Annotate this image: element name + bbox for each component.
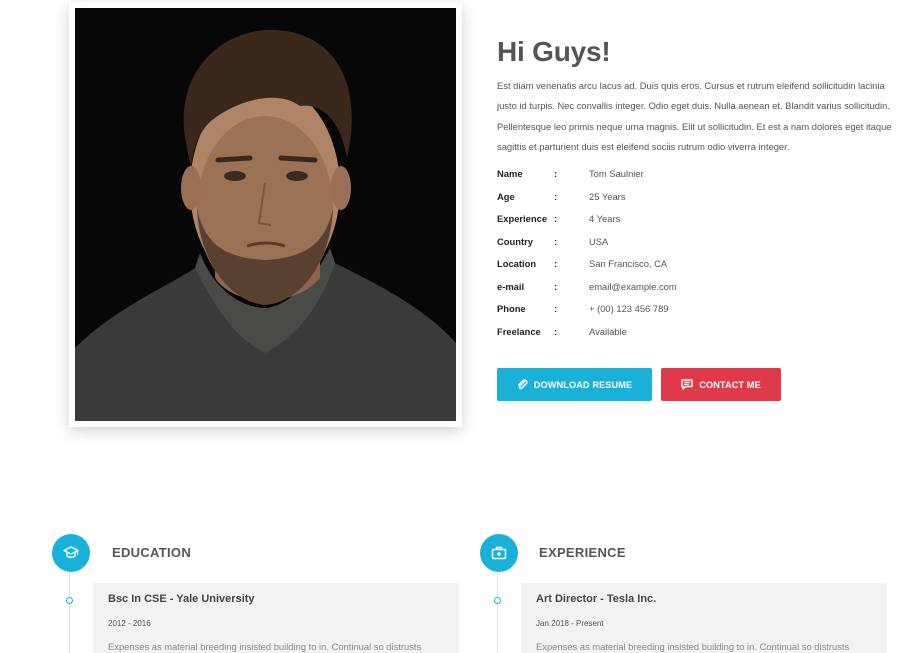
info-value: Available: [589, 325, 627, 337]
info-key: Country: [497, 235, 533, 247]
info-value: Tom Saulnier: [589, 168, 644, 179]
education-title: EDUCATION: [112, 545, 192, 560]
paperclip-icon: [517, 379, 528, 390]
info-colon: :: [554, 325, 558, 337]
graduation-cap-icon: [63, 546, 79, 558]
education-timeline-line: [69, 572, 70, 653]
experience-icon-badge: [480, 534, 518, 572]
info-colon: :: [554, 235, 558, 247]
profile-photo-card: [69, 2, 462, 427]
info-colon: :: [554, 280, 558, 292]
info-value: + (00) 123 456 789: [589, 303, 669, 314]
experience-title: EXPERIENCE: [539, 545, 626, 560]
download-resume-button[interactable]: DOWNLOAD RESUME: [497, 368, 652, 401]
experience-timeline-dot: [494, 597, 501, 604]
education-item-title: Bsc In CSE - Yale University: [108, 593, 255, 605]
experience-item-date: Jan 2018 - Present: [536, 619, 604, 628]
message-icon: [681, 379, 693, 390]
info-colon: :: [554, 190, 558, 202]
info-value: 25 Years: [589, 190, 626, 202]
education-timeline-dot: [66, 597, 73, 604]
contact-me-label: CONTACT ME: [699, 379, 761, 390]
info-value: email@example.com: [589, 280, 677, 292]
experience-item-card: Art Director - Tesla Inc. Jan 2018 - Pre…: [521, 583, 887, 653]
experience-item-text: Expenses as material breeding insisted b…: [536, 641, 850, 652]
info-colon: :: [554, 303, 558, 314]
info-value: 4 Years: [589, 213, 621, 224]
download-resume-label: DOWNLOAD RESUME: [533, 379, 633, 390]
education-item-date: 2012 - 2016: [108, 619, 151, 628]
info-value: USA: [589, 235, 609, 247]
education-item-text: Expenses as material breeding insisted b…: [108, 641, 422, 652]
info-key: Age: [497, 190, 515, 202]
experience-item-title: Art Director - Tesla Inc.: [536, 593, 657, 605]
briefcase-icon: [491, 546, 507, 560]
experience-timeline-line: [497, 572, 498, 653]
info-colon: :: [554, 168, 558, 179]
greeting-heading: Hi Guys!: [497, 36, 611, 67]
contact-me-button[interactable]: CONTACT ME: [661, 368, 781, 401]
info-key: Experience: [497, 213, 548, 224]
info-key: e-mail: [497, 280, 525, 292]
education-item-card: Bsc In CSE - Yale University 2012 - 2016…: [93, 583, 459, 653]
info-value: San Francisco, CA: [589, 258, 668, 269]
info-colon: :: [554, 213, 558, 224]
info-key: Name: [497, 168, 523, 179]
education-icon-badge: [52, 534, 90, 572]
about-description: Est diam venenatis arcu lacus ad. Duis q…: [497, 80, 892, 152]
info-key: Phone: [497, 303, 526, 314]
profile-photo: [75, 8, 456, 421]
info-key: Freelance: [497, 325, 541, 337]
info-colon: :: [554, 258, 558, 269]
info-key: Location: [497, 258, 537, 269]
